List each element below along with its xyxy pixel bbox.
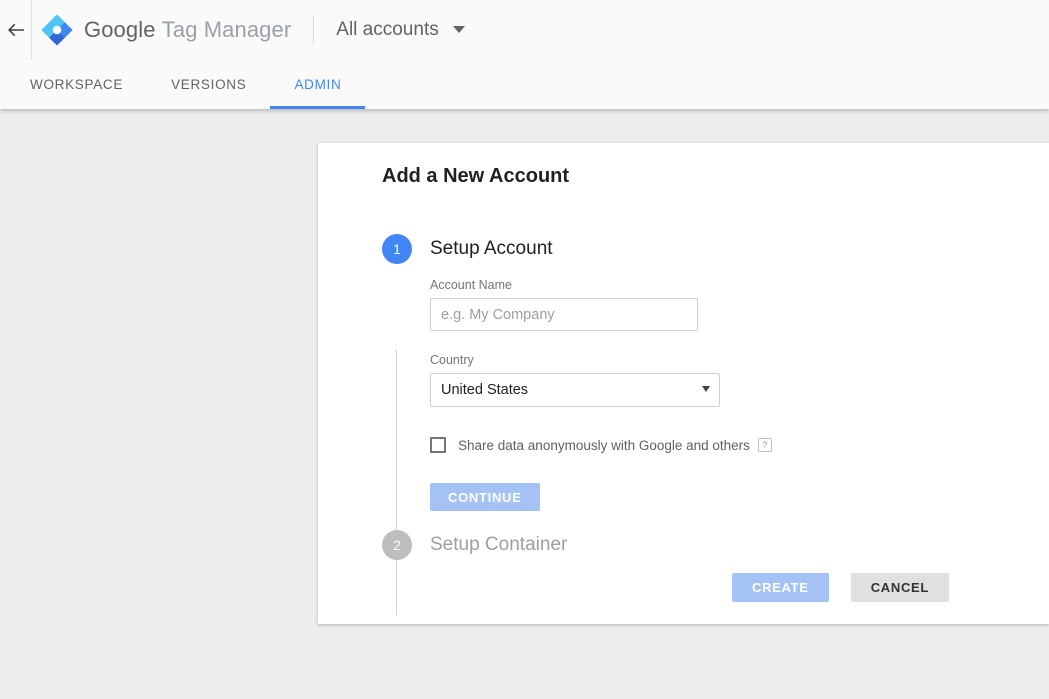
header-divider	[31, 0, 32, 59]
step-1-header: 1 Setup Account	[382, 234, 772, 264]
step-1-body: Account Name Country United States Share…	[430, 264, 772, 511]
help-icon[interactable]: ?	[757, 438, 772, 452]
country-select-box[interactable]: United States	[430, 373, 720, 407]
create-button[interactable]: CREATE	[732, 573, 829, 602]
step-1-label: Setup Account	[430, 238, 553, 259]
app-header: Google Tag Manager All accounts	[0, 0, 1049, 59]
tab-workspace[interactable]: WORKSPACE	[6, 59, 147, 109]
page-title: Add a New Account	[382, 165, 570, 187]
share-data-label: Share data anonymously with Google and o…	[458, 437, 750, 453]
back-button[interactable]	[0, 0, 31, 59]
step-1-number-badge: 1	[382, 234, 412, 264]
back-arrow-icon	[7, 23, 25, 37]
continue-button-wrap: CONTINUE	[430, 483, 772, 511]
tab-workspace-label: WORKSPACE	[30, 76, 124, 92]
tab-versions-label: VERSIONS	[171, 76, 247, 92]
header-vertical-separator	[313, 15, 315, 44]
main-tabbar: WORKSPACE VERSIONS ADMIN	[0, 59, 1049, 109]
share-data-checkbox[interactable]	[430, 437, 446, 453]
tab-versions[interactable]: VERSIONS	[147, 59, 270, 109]
cancel-button[interactable]: CANCEL	[850, 573, 950, 602]
stepper-connector-line	[396, 350, 397, 615]
account-name-label: Account Name	[430, 278, 512, 292]
account-selector[interactable]: All accounts	[336, 18, 465, 41]
setup-stepper: 1 Setup Account Account Name Country Uni…	[382, 234, 772, 615]
account-name-input[interactable]	[430, 298, 698, 331]
account-selector-label: All accounts	[336, 18, 439, 40]
google-tag-manager-logo	[34, 0, 80, 59]
card-action-buttons: CREATE CANCEL	[732, 573, 950, 602]
country-label: Country	[430, 353, 474, 367]
chevron-down-icon	[452, 26, 465, 33]
country-select[interactable]: United States	[430, 373, 720, 407]
brand-google: Google	[84, 16, 156, 42]
tab-admin[interactable]: ADMIN	[270, 59, 366, 109]
share-data-row: Share data anonymously with Google and o…	[430, 437, 772, 453]
step-2-number-badge: 2	[382, 530, 412, 560]
select-caret-icon	[702, 386, 710, 392]
step-2-label: Setup Container	[430, 534, 568, 555]
add-account-card: Add a New Account 1 Setup Account Accoun…	[318, 143, 1049, 624]
tab-admin-label: ADMIN	[294, 76, 342, 92]
brand-title: Google Tag Manager	[84, 17, 291, 43]
country-select-value: United States	[441, 382, 529, 398]
step-2-header: 2 Setup Container	[382, 530, 772, 560]
content-area: Add a New Account 1 Setup Account Accoun…	[0, 109, 1049, 699]
continue-button[interactable]: CONTINUE	[430, 483, 540, 511]
brand-tag-manager: Tag Manager	[161, 16, 292, 42]
